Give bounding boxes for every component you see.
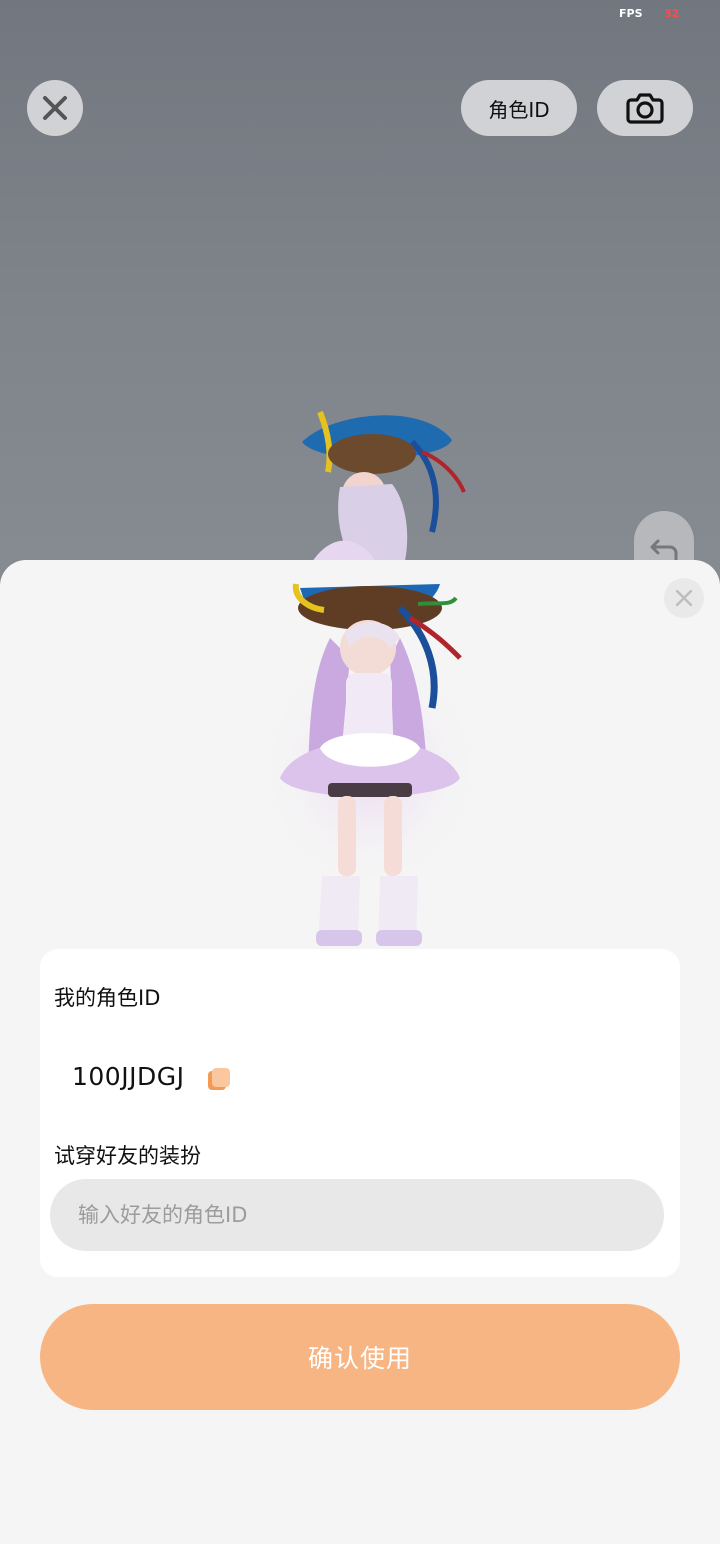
role-id-sheet: 我的角色ID 100JJDGJ 试穿好友的装扮 确认使用 <box>0 560 720 1544</box>
role-id-card: 我的角色ID 100JJDGJ 试穿好友的装扮 <box>40 949 680 1277</box>
my-role-id-label: 我的角色ID <box>54 986 161 1010</box>
role-id-button-label: 角色ID <box>488 97 550 122</box>
friend-role-id-input[interactable] <box>50 1179 664 1251</box>
avatar-figure-background <box>302 410 466 572</box>
avatar-preview <box>260 583 480 946</box>
avatar-scene[interactable]: FPS 32 角色ID <box>0 0 720 600</box>
fps-label: FPS <box>619 7 643 20</box>
close-button[interactable] <box>27 80 83 136</box>
close-icon <box>675 589 693 607</box>
confirm-use-label: 确认使用 <box>307 1344 412 1373</box>
undo-arrow-icon <box>650 539 678 561</box>
sheet-close-button[interactable] <box>664 578 704 618</box>
confirm-use-button[interactable]: 确认使用 <box>40 1304 680 1410</box>
try-on-friend-label: 试穿好友的装扮 <box>54 1144 201 1168</box>
camera-icon <box>626 93 664 124</box>
copy-icon[interactable] <box>206 1066 232 1092</box>
close-icon <box>43 96 67 120</box>
role-id-button[interactable]: 角色ID <box>461 80 577 136</box>
my-role-id-value: 100JJDGJ <box>72 1062 185 1091</box>
camera-button[interactable] <box>597 80 693 136</box>
fps-value: 32 <box>664 7 680 20</box>
